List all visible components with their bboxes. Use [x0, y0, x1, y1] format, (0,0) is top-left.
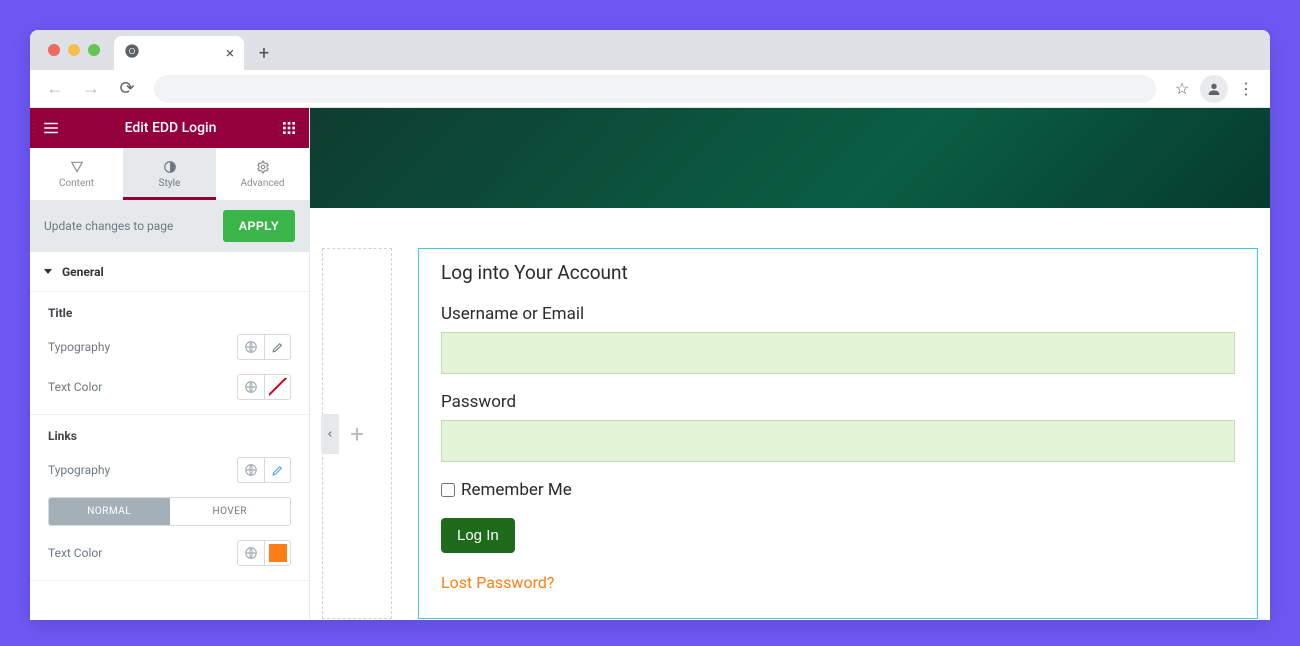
title-typography-control	[237, 334, 291, 360]
links-text-color-row: Text Color	[48, 540, 291, 566]
window-close-icon[interactable]	[48, 44, 60, 56]
section-general-toggle[interactable]: General	[30, 252, 309, 292]
title-typography-label: Typography	[48, 340, 110, 354]
sidebar-title: Edit EDD Login	[125, 120, 217, 136]
menu-icon[interactable]	[42, 119, 60, 137]
tab-close-icon[interactable]: ×	[226, 44, 234, 62]
section-general-label: General	[62, 265, 104, 279]
bookmark-star-icon[interactable]: ☆	[1168, 79, 1196, 98]
username-input[interactable]	[441, 332, 1235, 374]
links-text-color-label: Text Color	[48, 546, 102, 560]
panel-collapse-handle[interactable]	[321, 414, 339, 454]
username-label: Username or Email	[441, 304, 1235, 324]
links-typography-row: Typography	[48, 457, 291, 483]
tab-content[interactable]: Content	[30, 148, 123, 200]
remember-me-checkbox[interactable]	[441, 483, 455, 497]
globe-icon[interactable]	[238, 375, 264, 399]
profile-avatar-icon[interactable]	[1200, 75, 1228, 103]
new-tab-button[interactable]: +	[250, 39, 278, 67]
window-maximize-icon[interactable]	[88, 44, 100, 56]
panel-tabs: Content Style Advanced	[30, 148, 309, 200]
window-minimize-icon[interactable]	[68, 44, 80, 56]
title-text-color-label: Text Color	[48, 380, 102, 394]
title-heading: Title	[48, 306, 291, 320]
address-bar[interactable]	[154, 75, 1156, 103]
page-content: Edit EDD Login Content Style Advanced	[30, 108, 1270, 620]
tab-content-label: Content	[59, 178, 94, 189]
pencil-icon[interactable]	[264, 458, 290, 482]
apply-bar: Update changes to page APPLY	[30, 200, 309, 252]
links-text-color-control	[237, 540, 291, 566]
title-typography-row: Typography	[48, 334, 291, 360]
pencil-icon[interactable]	[264, 335, 290, 359]
globe-icon[interactable]	[238, 541, 264, 565]
title-panel: Title Typography Text Color	[30, 292, 309, 415]
reload-button[interactable]: ⟳	[112, 74, 142, 104]
tab-style[interactable]: Style	[123, 148, 216, 200]
window-controls	[42, 30, 108, 70]
color-swatch-orange[interactable]	[264, 541, 290, 565]
title-text-color-control	[237, 374, 291, 400]
caret-down-icon	[44, 269, 52, 274]
login-title: Log into Your Account	[441, 261, 1235, 284]
links-typography-label: Typography	[48, 463, 110, 477]
empty-column-dropzone[interactable]: +	[322, 248, 392, 619]
links-heading: Links	[48, 429, 291, 443]
browser-toolbar: ← → ⟳ ☆ ⋮	[30, 70, 1270, 108]
chrome-logo-icon	[124, 43, 140, 63]
globe-icon[interactable]	[238, 335, 264, 359]
lost-password-link[interactable]: Lost Password?	[441, 573, 1235, 592]
page-hero	[310, 108, 1270, 208]
browser-menu-icon[interactable]: ⋮	[1232, 79, 1260, 98]
password-input[interactable]	[441, 420, 1235, 462]
remember-me-label: Remember Me	[461, 480, 572, 500]
password-label: Password	[441, 392, 1235, 412]
elementor-sidebar: Edit EDD Login Content Style Advanced	[30, 108, 310, 620]
title-text-color-row: Text Color	[48, 374, 291, 400]
remember-me-row[interactable]: Remember Me	[441, 480, 1235, 500]
normal-hover-segment: NORMAL HOVER	[48, 497, 291, 526]
tab-advanced[interactable]: Advanced	[216, 148, 309, 200]
browser-window: × + ← → ⟳ ☆ ⋮ Edit EDD Login	[30, 30, 1270, 620]
tab-advanced-label: Advanced	[240, 178, 284, 189]
back-button[interactable]: ←	[40, 74, 70, 104]
edd-login-widget[interactable]: Log into Your Account Username or Email …	[418, 248, 1258, 619]
color-swatch-none[interactable]	[264, 375, 290, 399]
browser-tab-strip: × +	[30, 30, 1270, 70]
globe-icon[interactable]	[238, 458, 264, 482]
tab-style-label: Style	[159, 178, 181, 189]
browser-tab[interactable]: ×	[114, 36, 244, 70]
apply-bar-text: Update changes to page	[44, 219, 173, 233]
seg-hover[interactable]: HOVER	[170, 498, 291, 525]
sidebar-header: Edit EDD Login	[30, 108, 309, 148]
links-panel: Links Typography NORMAL HOVER	[30, 415, 309, 581]
plus-icon: +	[350, 420, 364, 448]
work-area: + Log into Your Account Username or Emai…	[310, 208, 1270, 620]
seg-normal[interactable]: NORMAL	[49, 498, 170, 525]
preview-canvas: + Log into Your Account Username or Emai…	[310, 108, 1270, 620]
forward-button[interactable]: →	[76, 74, 106, 104]
apply-button[interactable]: APPLY	[223, 210, 295, 242]
login-button[interactable]: Log In	[441, 518, 515, 553]
links-typography-control	[237, 457, 291, 483]
widgets-grid-icon[interactable]	[281, 120, 297, 136]
